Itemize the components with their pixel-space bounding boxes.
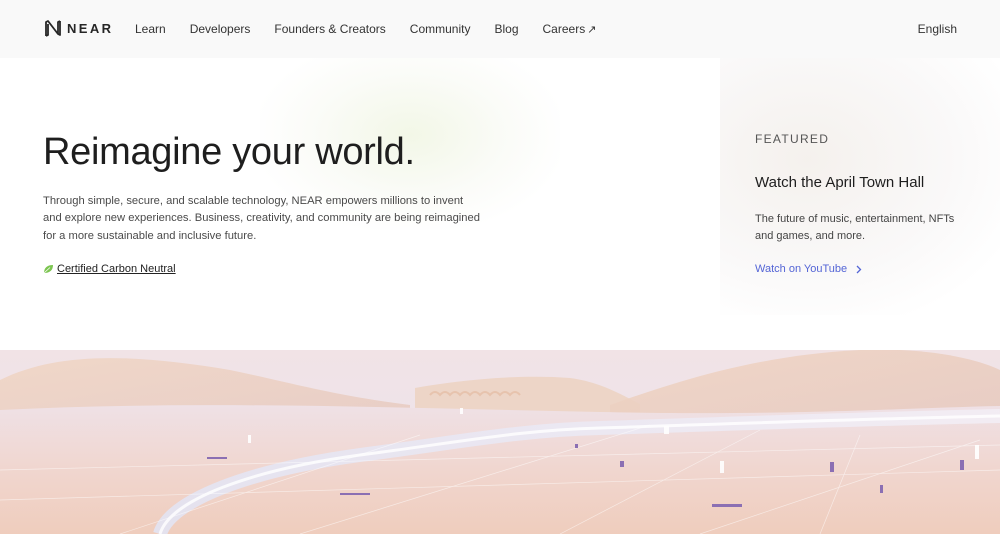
carbon-neutral-link[interactable]: Certified Carbon Neutral bbox=[43, 263, 176, 275]
desert-landscape-illustration bbox=[0, 350, 1000, 534]
top-navigation: NEAR Learn Developers Founders & Creator… bbox=[0, 0, 1000, 58]
watch-on-youtube-label: Watch on YouTube bbox=[755, 263, 848, 275]
language-selector[interactable]: English bbox=[918, 22, 957, 36]
nav-link-community[interactable]: Community bbox=[410, 22, 471, 36]
hero-description: Through simple, secure, and scalable tec… bbox=[43, 195, 480, 242]
nav-links: Learn Developers Founders & Creators Com… bbox=[135, 0, 620, 58]
carbon-neutral-label: Certified Carbon Neutral bbox=[57, 263, 176, 275]
brand-name: NEAR bbox=[67, 21, 114, 36]
page: NEAR Learn Developers Founders & Creator… bbox=[0, 0, 1000, 534]
watch-on-youtube-link[interactable]: Watch on YouTube bbox=[755, 263, 862, 275]
chevron-right-icon bbox=[856, 265, 862, 273]
hero-landscape-image bbox=[0, 350, 1000, 534]
nav-link-founders-creators[interactable]: Founders & Creators bbox=[274, 22, 385, 36]
nav-link-careers-label: Careers bbox=[542, 22, 586, 36]
nav-link-learn[interactable]: Learn bbox=[135, 22, 166, 36]
nav-link-developers[interactable]: Developers bbox=[190, 22, 251, 36]
brand-logo[interactable]: NEAR bbox=[44, 20, 113, 37]
near-logo-icon bbox=[45, 20, 61, 37]
featured-description: The future of music, entertainment, NFTs… bbox=[755, 213, 955, 242]
hero-title: Reimagine your world. bbox=[43, 131, 415, 173]
featured-label: FEATURED bbox=[755, 132, 830, 146]
nav-link-blog[interactable]: Blog bbox=[494, 22, 518, 36]
leaf-icon bbox=[43, 265, 53, 274]
external-link-icon: ↗ bbox=[587, 24, 597, 36]
nav-link-careers[interactable]: Careers ↗ bbox=[543, 22, 597, 36]
featured-title: Watch the April Town Hall bbox=[755, 174, 925, 191]
